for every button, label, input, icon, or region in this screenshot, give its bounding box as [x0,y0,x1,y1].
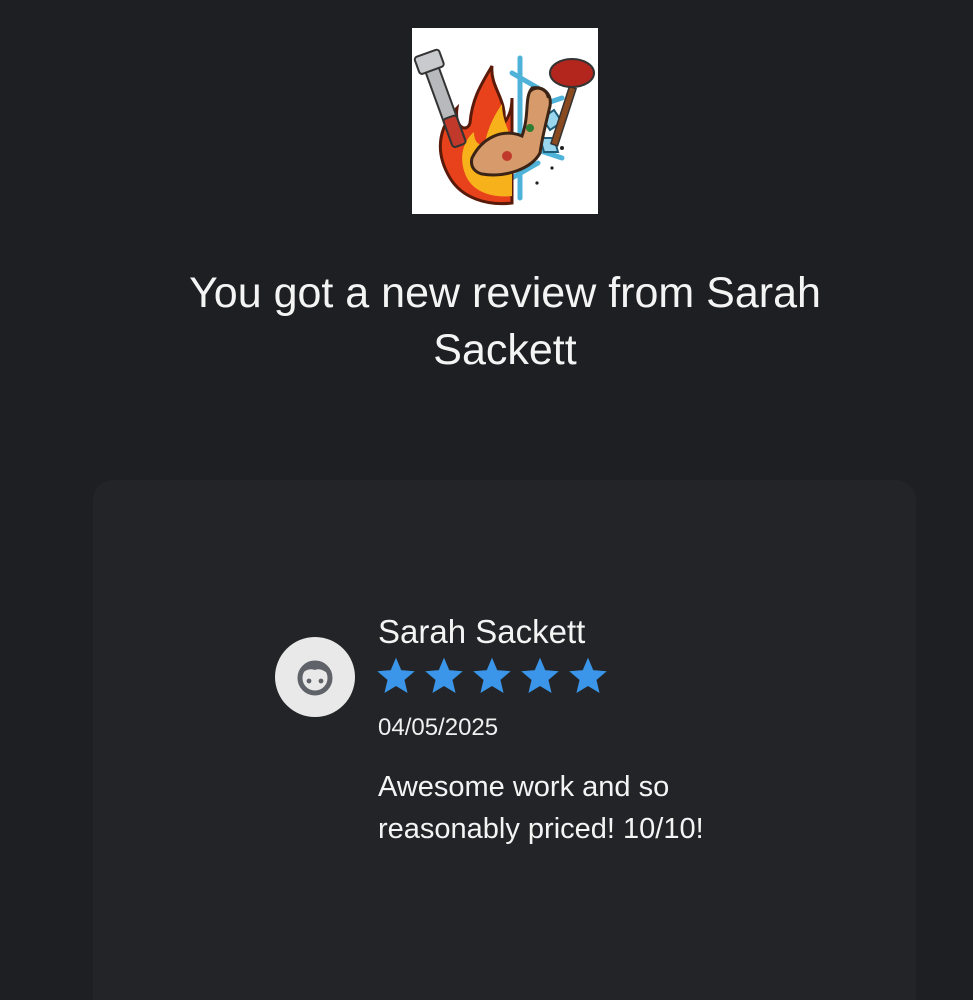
review-text: Awesome work and so reasonably priced! 1… [378,771,704,845]
email-page: You got a new review from Sarah Sackett … [0,0,973,1000]
review-notification-headline: You got a new review from Sarah Sackett [189,269,821,374]
review-date: 04/05/2025 [378,714,499,741]
star-icon [424,656,464,696]
company-logo [412,28,598,214]
plumbing-hvac-logo-icon [412,28,598,214]
face-avatar-icon [297,660,333,696]
star-icon [376,656,416,696]
reviewer-avatar [275,637,355,717]
review-card [93,480,916,1000]
star-icon [520,656,560,696]
star-rating [376,656,608,696]
reviewer-name: Sarah Sackett [378,613,586,650]
star-icon [472,656,512,696]
star-icon [568,656,608,696]
